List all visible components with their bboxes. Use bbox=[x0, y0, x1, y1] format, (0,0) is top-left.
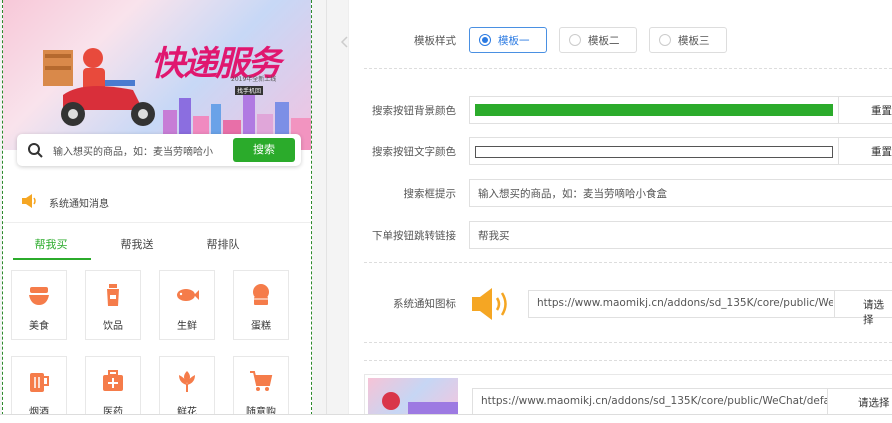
choose-label: 请选择 bbox=[858, 397, 890, 409]
search-placeholder: 输入想买的商品，如：麦当劳嘀哈小 bbox=[53, 147, 213, 158]
banner-url-input[interactable]: https://www.maomikj.cn/addons/sd_135K/co… bbox=[472, 388, 830, 416]
fish-icon bbox=[177, 289, 199, 301]
section-divider bbox=[364, 68, 892, 69]
text-color-picker[interactable] bbox=[469, 137, 841, 165]
search-hint-value: 输入想买的商品，如：麦当劳嘀哈小食盒 bbox=[478, 188, 667, 200]
shopping-cart-icon bbox=[250, 371, 273, 391]
grid-item-flowers[interactable]: 鲜花 bbox=[159, 356, 215, 414]
order-link-value: 帮我买 bbox=[478, 230, 510, 242]
grid-label: 蛋糕 bbox=[251, 321, 271, 332]
tab-help-buy[interactable]: 帮我买 bbox=[11, 236, 91, 252]
radio-dot bbox=[569, 34, 581, 46]
divider bbox=[3, 222, 311, 223]
reset-label: 重置 bbox=[871, 105, 892, 117]
banner-url-value: https://www.maomikj.cn/addons/sd_135K/co… bbox=[481, 395, 827, 407]
template-option-2[interactable]: 模板二 bbox=[559, 27, 637, 53]
radio-dot bbox=[479, 34, 491, 46]
text-color-swatch bbox=[475, 146, 833, 158]
grid-label: 美食 bbox=[29, 321, 49, 332]
banner-image: 快递服务 2019年全新上线 找手机回 bbox=[3, 0, 311, 150]
grid-label: 饮品 bbox=[103, 321, 123, 332]
bg-color-picker[interactable] bbox=[469, 96, 841, 124]
notice-icon-choose-button[interactable]: 请选择 bbox=[834, 290, 892, 326]
banner-tag: 找手机回 bbox=[235, 86, 264, 95]
cake-icon bbox=[253, 284, 269, 305]
grid-item-anything[interactable]: 随意购 bbox=[233, 356, 289, 414]
settings-panel bbox=[348, 0, 892, 414]
drink-cup-icon bbox=[107, 284, 119, 306]
template-option-1[interactable]: 模板一 bbox=[469, 27, 547, 53]
notice-icon-label: 系统通知图标 bbox=[393, 298, 456, 310]
banner-subtitle: 2019年全新上线 bbox=[231, 76, 277, 83]
reset-label: 重置 bbox=[871, 146, 892, 158]
bg-color-reset-button[interactable]: 重置 bbox=[838, 96, 892, 124]
grid-item-alcohol[interactable]: 烟酒 bbox=[11, 356, 67, 414]
search-icon bbox=[28, 143, 43, 158]
radio-dot bbox=[659, 34, 671, 46]
template-option-3[interactable]: 模板三 bbox=[649, 27, 727, 53]
bg-color-label: 搜索按钮背景颜色 bbox=[372, 105, 456, 117]
section-divider bbox=[364, 262, 892, 263]
order-link-input[interactable]: 帮我买 bbox=[469, 221, 892, 249]
grid-item-food[interactable]: 美食 bbox=[11, 270, 67, 340]
flower-icon bbox=[179, 371, 195, 392]
radio-label: 模板一 bbox=[498, 35, 530, 47]
active-tab-indicator bbox=[13, 258, 91, 260]
order-link-label: 下单按钮跳转链接 bbox=[372, 230, 456, 242]
search-hint-label: 搜索框提示 bbox=[403, 188, 457, 200]
search-button[interactable]: 搜索 bbox=[233, 138, 295, 162]
delivery-scooter-illustration bbox=[43, 48, 155, 126]
grid-item-fresh[interactable]: 生鲜 bbox=[159, 270, 215, 340]
grid-item-cake[interactable]: 蛋糕 bbox=[233, 270, 289, 340]
medicine-kit-icon bbox=[103, 370, 123, 391]
tab-help-queue[interactable]: 帮排队 bbox=[183, 236, 263, 252]
section-divider bbox=[364, 342, 892, 343]
radio-label: 模板三 bbox=[678, 35, 710, 47]
notice-icon-url-value: https://www.maomikj.cn/addons/sd_135K/co… bbox=[537, 297, 833, 309]
notice-bar: 系统通知消息 bbox=[3, 186, 311, 218]
mobile-preview: 快递服务 2019年全新上线 找手机回 输入想买的商品，如：麦当劳嘀哈小 搜索 … bbox=[2, 0, 312, 415]
search-hint-input[interactable]: 输入想买的商品，如：麦当劳嘀哈小食盒 bbox=[469, 179, 892, 207]
search-bar[interactable]: 输入想买的商品，如：麦当劳嘀哈小 搜索 bbox=[17, 134, 301, 166]
notice-text: 系统通知消息 bbox=[49, 199, 109, 210]
beer-mug-icon bbox=[30, 373, 49, 392]
notice-icon-url-input[interactable]: https://www.maomikj.cn/addons/sd_135K/co… bbox=[528, 290, 836, 318]
category-tabs: 帮我买 帮我送 帮排队 bbox=[3, 228, 311, 262]
choose-label: 请选择 bbox=[863, 299, 884, 326]
template-style-label: 模板样式 bbox=[414, 35, 456, 47]
tab-help-send[interactable]: 帮我送 bbox=[97, 236, 177, 252]
bg-color-swatch bbox=[475, 104, 833, 116]
speaker-icon[interactable] bbox=[470, 286, 514, 322]
banner-thumbnail bbox=[368, 378, 458, 414]
speaker-icon bbox=[22, 194, 36, 208]
food-bowl-icon bbox=[29, 287, 49, 305]
radio-label: 模板二 bbox=[588, 35, 620, 47]
banner-choose-button[interactable]: 请选择 bbox=[827, 388, 892, 416]
panel-divider bbox=[326, 0, 327, 414]
grid-item-medicine[interactable]: 医药 bbox=[85, 356, 141, 414]
grid-item-drinks[interactable]: 饮品 bbox=[85, 270, 141, 340]
section-divider bbox=[364, 360, 892, 361]
grid-label: 生鲜 bbox=[177, 321, 197, 332]
text-color-reset-button[interactable]: 重置 bbox=[838, 137, 892, 165]
text-color-label: 搜索按钮文字颜色 bbox=[372, 146, 456, 158]
